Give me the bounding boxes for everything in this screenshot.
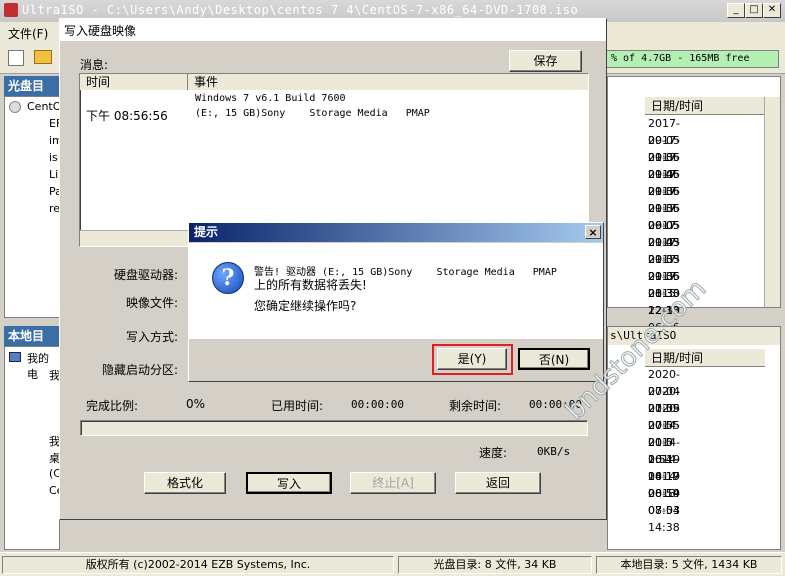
prompt-body: [189, 243, 603, 339]
yes-button-highlight: [432, 344, 513, 375]
app-icon: [4, 3, 18, 17]
iso-dir-header: 光盘目录:: [4, 76, 60, 113]
question-icon: ?: [212, 262, 244, 294]
prompt-titlebar: 提示 ×: [189, 223, 603, 242]
prompt-line3: 您确定继续操作吗?: [254, 299, 357, 313]
remaining-label: 剩余时间:: [449, 399, 502, 413]
minimize-button[interactable]: _: [727, 3, 745, 18]
speed-value: 0KB/s: [537, 445, 571, 458]
list-item-date: 2017-08-30 22:33: [648, 270, 680, 317]
iso-tree: CentO EF im is Li Pa re: [4, 96, 63, 318]
status-iso-summary: 光盘目录: 8 文件, 34 KB: [398, 556, 592, 574]
status-copyright: 版权所有 (c)2002-2014 EZB Systems, Inc.: [2, 556, 394, 574]
list-item-date: 2014-06-19 14:17: [648, 436, 680, 483]
prompt-title: 提示: [194, 225, 219, 239]
progress-bar: [80, 420, 588, 436]
elapsed-label: 已用时间:: [271, 399, 324, 413]
list-item-date: 2017-09-05 21:36: [648, 151, 680, 198]
format-button[interactable]: 格式化: [144, 472, 226, 494]
list-item-date: 2017-09-05 06:05: [648, 185, 680, 232]
prompt-line2: 上的所有数据将丢失!: [254, 278, 367, 292]
iso-list-scrollbar[interactable]: [764, 97, 780, 307]
tree-item-root[interactable]: CentO: [27, 100, 61, 113]
save-button[interactable]: 保存: [509, 50, 582, 72]
list-item-date: 2017-09-05 21:43: [648, 202, 680, 249]
close-button[interactable]: ✕: [763, 3, 781, 18]
log-row: Windows 7 v6.1 Build 7600: [80, 92, 588, 108]
status-bar: 版权所有 (c)2002-2014 EZB Systems, Inc. 光盘目录…: [0, 552, 785, 576]
capacity-bar: % of 4.7GB - 165MB free: [604, 50, 779, 68]
back-button[interactable]: 返回: [455, 472, 541, 494]
elapsed-value: 00:00:00: [351, 398, 404, 411]
no-button[interactable]: 否(N): [518, 348, 590, 370]
log-event: Windows 7 v6.1 Build 7600: [195, 93, 346, 104]
list-item-date: 2017-09-05 21:46: [648, 134, 680, 181]
stop-button[interactable]: 终止[A]: [350, 472, 436, 494]
log-event: (E:, 15 GB)Sony Storage Media PMAP: [195, 108, 430, 119]
log-time: 下午 08:56:56: [86, 109, 168, 123]
maximize-button[interactable]: □: [745, 3, 763, 18]
new-icon[interactable]: [8, 50, 24, 66]
drive-label: 硬盘驱动器:: [113, 268, 178, 282]
list-item-date: 2017-09-05 21:36: [648, 117, 680, 164]
col-time-header[interactable]: 时间: [86, 74, 188, 90]
local-dir-header: 本地目录:: [4, 326, 60, 363]
write-button[interactable]: 写入: [246, 472, 332, 494]
log-hscrollbar[interactable]: [80, 230, 188, 246]
list-item-date: 2014-08-19 08:54: [648, 470, 680, 517]
message-label: 消息:: [80, 58, 109, 72]
tree-item[interactable]: is: [49, 151, 58, 164]
status-local-summary: 本地目录: 5 文件, 1434 KB: [596, 556, 782, 574]
list-item-date: 2014-08-19 08:54: [648, 453, 680, 500]
app-title: UltraISO - C:\Users\Andy\Desktop\centos …: [22, 3, 579, 17]
date-column-header[interactable]: 日期/时间: [645, 349, 765, 367]
write-mode-label: 写入方式:: [125, 330, 178, 344]
menu-file[interactable]: 文件(F): [8, 25, 48, 42]
list-item-date: 2017-09-05 21:36: [648, 168, 680, 215]
list-item-date: 2020-07-05 20:5: [648, 385, 680, 432]
col-event-header[interactable]: 事件: [194, 74, 218, 90]
hidden-partition-label: 隐藏启动分区:: [101, 363, 178, 377]
list-item-date: 2014-01-0 1:54: [648, 419, 680, 466]
progress-value: 0%: [186, 397, 206, 411]
cd-icon: [9, 101, 21, 113]
burn-dialog-titlebar: 写入硬盘映像: [60, 19, 606, 41]
computer-icon: [9, 352, 21, 362]
progress-label: 完成比例:: [86, 399, 139, 413]
close-icon[interactable]: ×: [585, 225, 601, 239]
list-item-date: 2017-09-05 21:33: [648, 253, 680, 300]
log-header: 时间 事件: [80, 74, 588, 90]
list-item-date: 2017-09-05 21:33: [648, 219, 680, 266]
image-label: 映像文件:: [125, 296, 178, 310]
date-column-header[interactable]: 日期/时间: [645, 97, 765, 115]
tree-item[interactable]: Li: [49, 168, 58, 181]
list-item-date: 2020-07-04 21:59: [648, 368, 680, 415]
burn-dialog-title: 写入硬盘映像: [64, 24, 137, 38]
list-item-date: 2017-09-05 21:36: [648, 236, 680, 283]
local-tree: 我的电 我 我 桌 (C Ce: [4, 346, 63, 550]
list-item-date: 2013-07-03 14:38: [648, 487, 680, 534]
speed-label: 速度:: [479, 446, 508, 460]
log-row: 下午 08:56:56 (E:, 15 GB)Sony Storage Medi…: [80, 107, 588, 123]
open-icon[interactable]: [34, 50, 52, 64]
list-item-date: 2020-07-05 20:5: [648, 402, 680, 449]
